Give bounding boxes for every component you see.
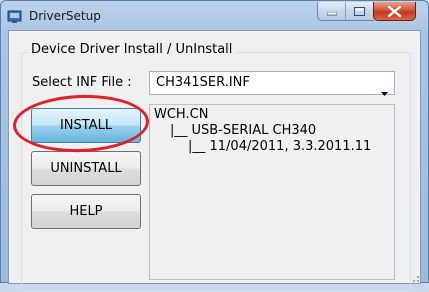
title-bar[interactable]: DriverSetup xyxy=(1,1,428,31)
maximize-button[interactable] xyxy=(346,2,374,20)
driver-info-panel: WCH.CN |__ USB-SERIAL CH340 |__ 11/04/20… xyxy=(149,104,395,280)
inf-file-select[interactable]: CH341SER.INF xyxy=(149,71,395,96)
close-icon xyxy=(388,6,401,17)
group-legend: Device Driver Install / UnInstall xyxy=(27,42,237,57)
inf-file-label: Select INF File : xyxy=(32,75,132,90)
minimize-icon xyxy=(327,12,337,16)
dropdown-arrow-icon[interactable] xyxy=(381,81,388,100)
dialog-client-area: Device Driver Install / UnInstall Select… xyxy=(8,30,421,292)
help-button[interactable]: HELP xyxy=(31,194,141,229)
window-controls xyxy=(317,2,374,21)
minimize-button[interactable] xyxy=(318,2,346,20)
close-button[interactable] xyxy=(373,2,416,21)
resize-grip-icon[interactable] xyxy=(408,271,420,283)
driver-version: |__ 11/04/2011, 3.3.2011.11 xyxy=(188,139,372,154)
driver-setup-window: DriverSetup Device Driver Install / UnIn… xyxy=(0,0,429,292)
driver-vendor: WCH.CN xyxy=(154,107,209,122)
installer-app-icon xyxy=(7,8,23,24)
window-title: DriverSetup xyxy=(29,9,101,23)
uninstall-button[interactable]: UNINSTALL xyxy=(31,151,141,186)
inf-file-value: CH341SER.INF xyxy=(156,75,250,90)
maximize-icon xyxy=(354,7,365,16)
driver-device: |__ USB-SERIAL CH340 xyxy=(170,123,317,138)
